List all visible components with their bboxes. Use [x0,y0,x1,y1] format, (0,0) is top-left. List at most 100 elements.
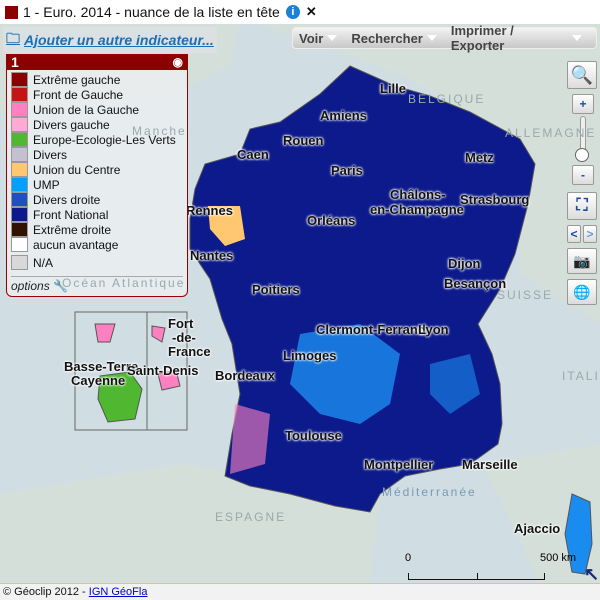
pink-region-southwest [230,404,270,474]
zoom-out-button[interactable]: - [572,165,594,185]
legend-swatch [11,87,28,102]
menu-imprimer-exporter[interactable]: Imprimer / Exporter [451,24,582,53]
menu-label: Rechercher [351,30,423,46]
city-label: Montpellier [364,457,434,472]
add-indicator-label: Ajouter un autre indicateur... [24,32,214,48]
city-label: Caen [237,147,269,162]
close-icon[interactable]: ✕ [306,4,317,20]
legend-swatch [11,177,28,192]
google-earth-icon[interactable]: 🌐 [567,279,597,305]
city-label: Clermont-Ferrand [316,322,426,337]
camera-icon[interactable]: 📷 [567,248,597,274]
menu-label: Imprimer / Exporter [450,24,514,53]
legend-swatch [11,132,28,147]
legend-item: Divers [7,147,187,162]
legend-swatch [11,255,28,270]
legend-swatch [11,222,28,237]
legend-item: UMP [7,177,187,192]
map-view[interactable]: BELGIQUE ALLEMAGNE Manche Océan Atlantiq… [0,24,600,583]
city-label: France [168,344,211,359]
legend-label: N/A [33,255,54,270]
title-bar: 1 - Euro. 2014 - nuance de la liste en t… [0,0,600,24]
city-label: Rouen [283,133,324,148]
city-label: Bordeaux [215,368,275,383]
chevron-down-icon [572,35,582,41]
zoom-slider-handle[interactable] [575,148,589,162]
legend-item: Divers droite [7,192,187,207]
legend-label: Union de la Gauche [33,102,140,117]
folder-icon: 🗀 [6,30,20,46]
legend-label: Extrême gauche [33,72,121,87]
scale-tick [477,573,478,579]
options-link[interactable]: options 🔧 [11,276,183,293]
legend-item-na: N/A [7,255,187,270]
legend-item: Europe-Ecologie-Les Verts [7,132,187,147]
zoom-box-button[interactable]: 🔍 [567,61,597,89]
options-label: options [11,279,50,293]
menu-bar: Voir Rechercher Imprimer / Exporter [292,24,597,53]
indicator-color-swatch [5,5,18,19]
city-label: Metz [465,150,494,165]
legend-label: Europe-Ecologie-Les Verts [33,132,176,147]
city-label: Limoges [283,348,337,363]
martinique [151,325,166,343]
city-label: Paris [331,163,363,178]
city-label: Toulouse [285,428,342,443]
city-label: Saint-Denis [127,363,199,378]
scale-max: 500 km [540,552,577,564]
city-label: Lyon [418,322,449,337]
wrench-icon: 🔧 [53,279,68,293]
legend-swatch [11,207,28,222]
scale-min: 0 [405,552,412,564]
menu-rechercher[interactable]: Rechercher [351,31,437,46]
city-label: Cayenne [71,373,126,388]
legend-swatch [11,192,28,207]
legend-label: Divers gauche [33,117,110,132]
city-label: Marseille [462,457,518,472]
ign-geofla-link[interactable]: IGN GéoFla [89,586,148,598]
legend-panel: 1 ◉ Extrême gauche Front de Gauche Union d… [6,54,188,297]
legend-swatch [11,237,28,252]
scale-bar: 0 500 km [405,552,576,582]
copyright: © Géoclip 2012 - [3,586,89,598]
legend-swatch [11,72,28,87]
legend-swatch [11,102,28,117]
legend-label: UMP [33,177,60,192]
legend-label: aucun avantage [33,237,119,252]
city-label: Amiens [320,108,367,123]
legend-swatch [11,162,28,177]
legend-item: Front National [7,207,187,222]
legend-item: Front de Gauche [7,87,187,102]
eye-icon[interactable]: ◉ [173,55,183,70]
city-label: en-Champagne [370,202,464,217]
footer: © Géoclip 2012 - IGN GéoFla [0,583,600,600]
legend-items: Extrême gauche Front de Gauche Union de la… [7,70,187,252]
legend-label: Extrême droite [33,222,112,237]
guadeloupe [94,323,116,343]
city-label: Lille [380,81,407,96]
fullscreen-button[interactable]: ⛶ [567,192,597,220]
city-label: Nantes [190,248,234,263]
city-label: Orléans [307,213,356,228]
city-label: Châlons- [390,187,446,202]
legend-swatch [11,117,28,132]
chevron-down-icon [426,35,437,41]
city-label: Rennes [186,203,233,218]
info-icon[interactable]: i [285,5,300,19]
city-label: Ajaccio [514,521,561,536]
legend-item: Union du Centre [7,162,187,177]
chevron-down-icon [327,35,338,41]
menu-voir[interactable]: Voir [299,31,338,46]
next-button[interactable]: > [583,225,597,243]
legend-label: Divers [33,147,68,162]
zoom-in-button[interactable]: + [572,94,594,114]
add-indicator-link[interactable]: 🗀 Ajouter un autre indicateur... [3,27,217,53]
previous-button[interactable]: < [567,225,581,243]
legend-label: Front National [33,207,109,222]
city-label: Strasbourg [460,192,530,207]
reset-arrow-icon[interactable]: ↖ [584,564,599,583]
legend-label: Front de Gauche [33,87,124,102]
city-label: Besançon [444,276,507,291]
legend-item: Extrême gauche [7,72,187,87]
legend-item: Union de la Gauche [7,102,187,117]
